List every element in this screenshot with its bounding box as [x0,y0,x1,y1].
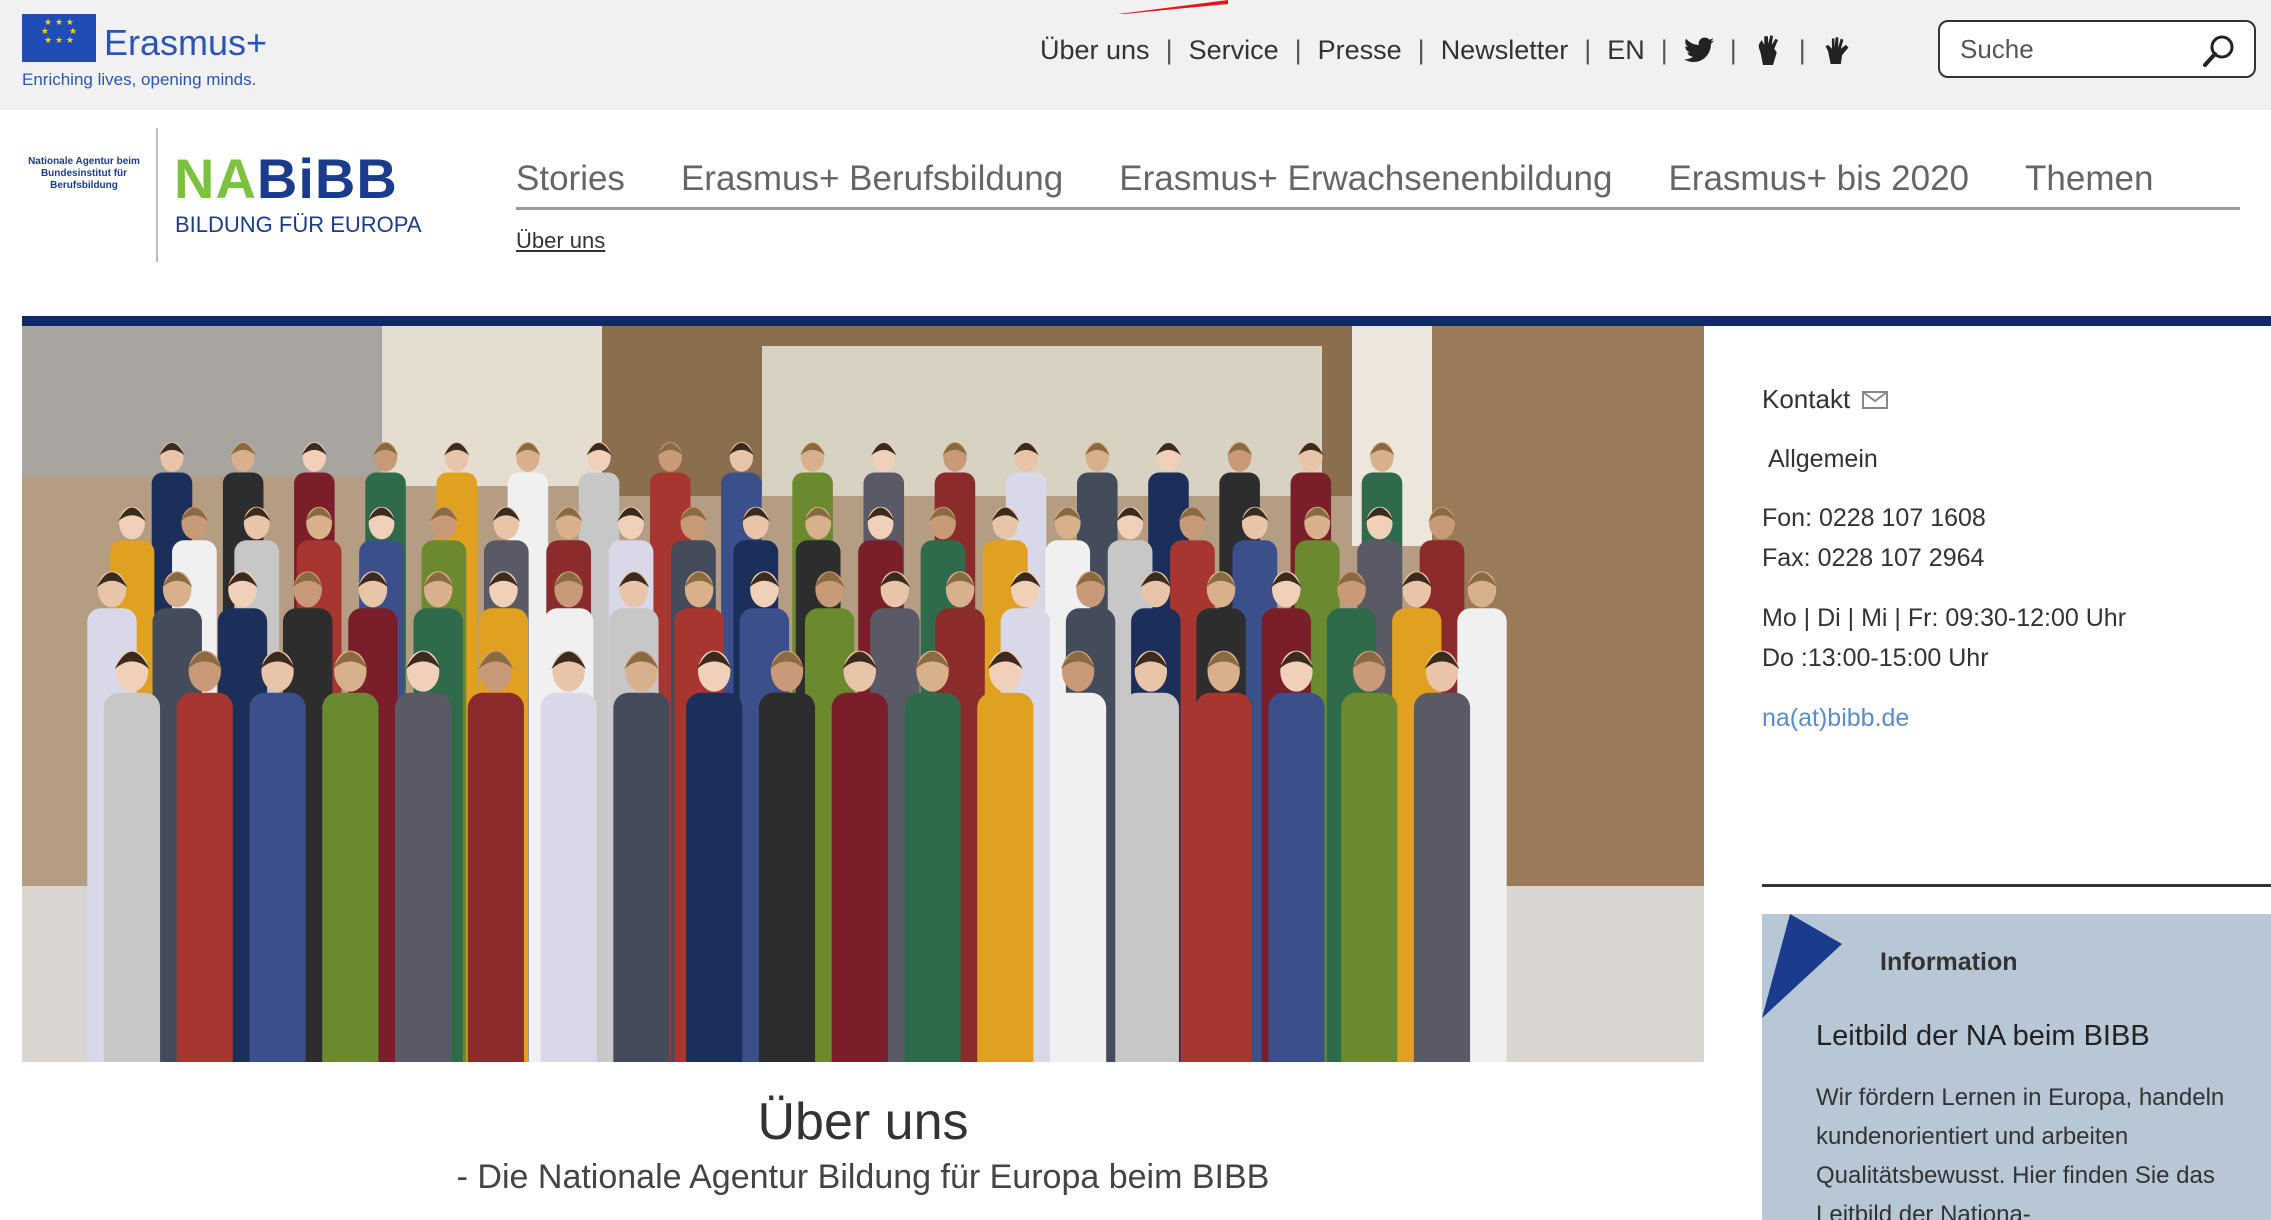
utility-nav: Über uns | Service | Presse | Newsletter… [1040,30,1852,70]
sign-language-icon[interactable] [1753,35,1783,65]
info-title[interactable]: Leitbild der NA beim BIBB [1816,1020,2150,1053]
top-bar: ★ ★ ★ ★ ★ ★ ★ ★ Erasmus+ Enriching lives, … [0,0,2271,110]
separator: | [1417,34,1425,65]
separator: | [1165,34,1173,65]
contact-hours: Mo | Di | Mi | Fr: 09:30-12:00 Uhr Do :1… [1762,598,2262,678]
contact-phones: Fon: 0228 107 1608 Fax: 0228 107 2964 [1762,498,2262,578]
info-text: Wir fördern Lernen in Europa, handeln ku… [1816,1084,2225,1220]
info-box[interactable]: Information Leitbild der NA beim BIBB Wi… [1762,914,2271,1220]
sidebar-divider [1762,884,2271,887]
person-body [322,692,379,1062]
utility-link-presse[interactable]: Presse [1318,35,1402,66]
nabibb-wordmark: NABiBB [174,146,398,211]
person-body [686,692,743,1062]
info-label: Information [1880,948,2018,976]
person-body [1413,692,1471,1062]
person-body [467,692,524,1062]
erasmus-plus-wordmark: Erasmus+ [104,22,268,63]
utility-link-service[interactable]: Service [1189,35,1279,66]
person-body [904,692,961,1062]
contact-phone: Fon: 0228 107 1608 [1762,504,1986,532]
nav-item-berufsbildung[interactable]: Erasmus+ Berufsbildung [681,159,1063,199]
person-body [540,692,597,1062]
nav-item-themen[interactable]: Themen [2025,159,2153,199]
separator: | [1294,34,1302,65]
twitter-icon[interactable] [1683,35,1714,65]
utility-link-ueber-uns[interactable]: Über uns [1040,35,1150,66]
search-box [1938,20,2256,78]
erasmus-plus-logo[interactable]: ★ ★ ★ ★ ★ ★ ★ ★ Erasmus+ Enriching lives, … [22,14,272,94]
info-corner-triangle [1762,914,1842,1018]
contact-fax: Fax: 0228 107 2964 [1762,544,1985,572]
main-nav: Stories Erasmus+ Berufsbildung Erasmus+ … [516,150,2240,210]
person-body [831,692,888,1062]
contact-email-link[interactable]: na(at)bibb.de [1762,704,2262,733]
nav-item-stories[interactable]: Stories [516,159,625,199]
easy-language-icon[interactable] [1822,35,1852,65]
search-icon[interactable] [2202,34,2236,68]
contact-hours-line-2: Do :13:00-15:00 Uhr [1762,644,1989,672]
nav-item-erasmus-bis-2020[interactable]: Erasmus+ bis 2020 [1668,159,1969,199]
utility-link-newsletter[interactable]: Newsletter [1441,35,1569,66]
person-body [1268,692,1325,1062]
logo-na: NA [174,147,257,210]
na-bibb-logo[interactable]: Nationale Agentur beim Bundesinstitut fü… [22,128,452,264]
separator: | [1660,34,1668,65]
erasmus-plus-tagline: Enriching lives, opening minds. [22,70,257,89]
person-body [249,692,306,1062]
red-arrow-marker [1118,0,1228,14]
person-body [613,692,670,1062]
person-body [103,692,161,1062]
group-photo [22,326,1704,1062]
logo-bibb: BiBB [256,147,398,210]
contact-hours-line-1: Mo | Di | Mi | Fr: 09:30-12:00 Uhr [1762,604,2127,632]
person-body [1341,692,1398,1062]
logo-divider [156,128,158,262]
separator: | [1584,34,1592,65]
mail-icon [1862,390,1889,409]
person-body [176,692,233,1062]
logo-subtitle: BILDUNG FÜR EUROPA [175,212,422,237]
search-input[interactable] [1960,33,2200,65]
separator: | [1729,34,1737,65]
contact-heading: Kontakt [1762,384,2262,415]
person-body [1122,692,1179,1062]
agency-name-small: Nationale Agentur beim Bundesinstitut fü… [28,156,140,191]
nav-item-erwachsenenbildung[interactable]: Erasmus+ Erwachsenenbildung [1119,159,1612,199]
person-body [1050,692,1107,1062]
utility-link-en[interactable]: EN [1607,35,1645,66]
page-title: Über uns [757,1093,969,1151]
separator: | [1798,34,1806,65]
eu-flag-icon: ★ ★ ★ ★ ★ ★ ★ ★ [22,14,96,62]
contact-heading-label: Kontakt [1762,384,1851,414]
person-body [395,692,452,1062]
contact-panel: Kontakt Allgemein Fon: 0228 107 1608 Fax… [1762,384,2262,733]
person-body [758,692,816,1062]
page-subtitle: - Die Nationale Agentur Bildung für Euro… [456,1158,1270,1196]
header-divider [22,316,2271,326]
person-body [1195,692,1252,1062]
contact-label: Allgemein [1768,445,1878,473]
person-body [977,692,1034,1062]
breadcrumb[interactable]: Über uns [516,228,605,254]
